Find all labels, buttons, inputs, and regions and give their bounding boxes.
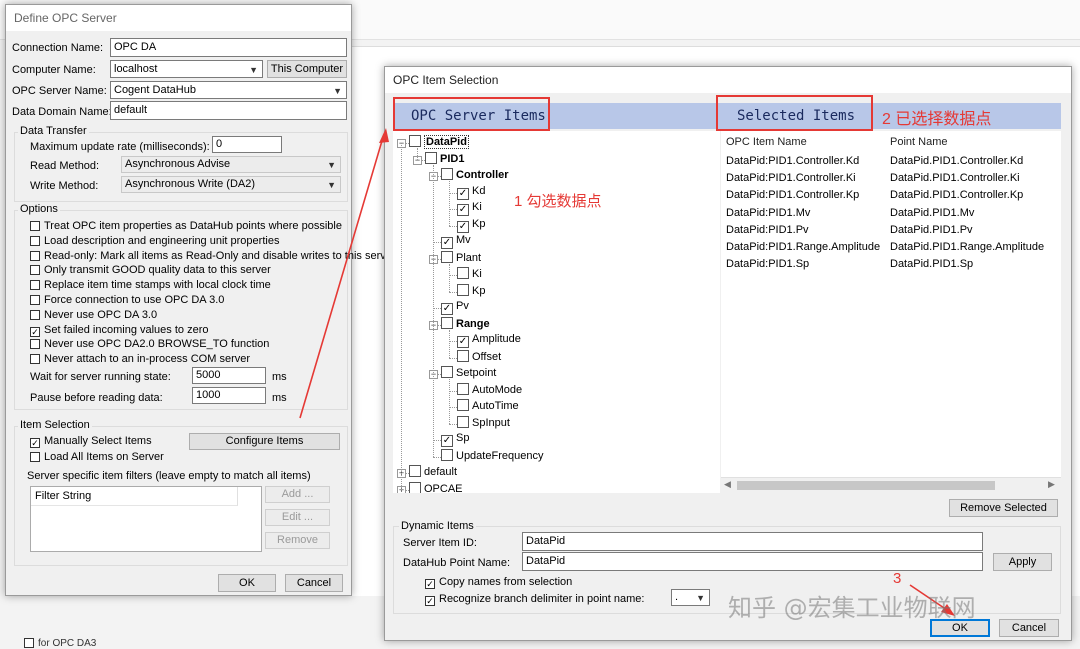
watermark: 知乎 @宏集工业物联网 <box>728 594 976 622</box>
annotation-arrows <box>299 128 955 616</box>
arrow-to-server-items <box>299 133 385 419</box>
arrow-head-icon <box>379 128 389 143</box>
